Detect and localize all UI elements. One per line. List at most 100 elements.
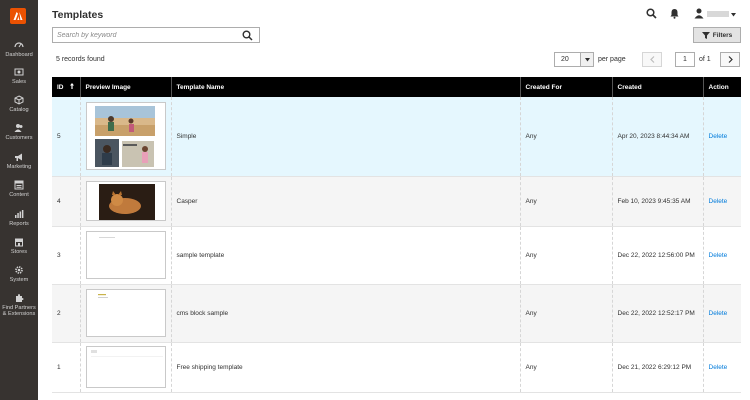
- cell-created-for: Any: [520, 342, 613, 393]
- cell-created-for: Any: [520, 226, 613, 285]
- table-row[interactable]: 5 Simple Any Apr 20, 2023 8:44:34 AM Del…: [52, 97, 741, 177]
- cell-created-for: Any: [520, 284, 613, 343]
- sidebar-item-label: Dashboard: [5, 52, 33, 58]
- cell-template-name: Free shipping template: [171, 342, 521, 393]
- puzzle-icon: [16, 294, 24, 302]
- per-page-label: per page: [598, 56, 626, 63]
- cell-preview: [80, 342, 172, 393]
- cell-id: 4: [52, 176, 81, 227]
- cell-created: Dec 22, 2022 12:56:00 PM: [612, 226, 704, 285]
- template-preview-image[interactable]: [85, 289, 166, 337]
- sidebar-item-label: System: [9, 277, 29, 283]
- filters-label: Filters: [712, 31, 733, 39]
- next-page-button[interactable]: [720, 52, 740, 67]
- sidebar-item-label: Sales: [12, 79, 26, 85]
- column-header-preview: Preview Image: [80, 77, 172, 97]
- sidebar-item-marketing[interactable]: Marketing: [0, 152, 38, 170]
- cell-preview: [80, 284, 172, 343]
- cell-created-for: Any: [520, 97, 613, 177]
- templates-grid: ID Preview Image Template Name Created F…: [52, 77, 741, 393]
- cell-action: Delete: [703, 97, 741, 177]
- page-title: Templates: [52, 9, 104, 21]
- sidebar-item-dashboard[interactable]: Dashboard: [0, 40, 38, 58]
- gear-icon: [15, 266, 23, 274]
- cell-id: 2: [52, 284, 81, 343]
- megaphone-icon: [15, 153, 22, 161]
- dashboard-icon: [14, 42, 24, 48]
- delete-link[interactable]: Delete: [709, 310, 728, 317]
- sidebar-item-system[interactable]: System: [0, 265, 38, 283]
- store-icon: [15, 238, 23, 247]
- sidebar-item-label: Marketing: [6, 164, 32, 170]
- user-name[interactable]: [707, 11, 729, 17]
- cell-action: Delete: [703, 284, 741, 343]
- cell-created-for: Any: [520, 176, 613, 227]
- template-preview-image[interactable]: [85, 102, 166, 171]
- search-input[interactable]: [53, 28, 233, 42]
- column-header-id[interactable]: ID: [52, 77, 81, 97]
- previous-page-button[interactable]: [642, 52, 662, 67]
- template-preview-image[interactable]: [85, 231, 166, 279]
- global-search-icon[interactable]: [646, 8, 657, 21]
- sidebar-item-label: Stores: [10, 249, 28, 255]
- delete-link[interactable]: Delete: [709, 198, 728, 205]
- sidebar-item-label: Find Partners & Extensions: [2, 305, 36, 317]
- records-found: 5 records found: [56, 56, 105, 63]
- cell-created: Apr 20, 2023 8:44:34 AM: [612, 97, 704, 177]
- search-icon[interactable]: [242, 30, 253, 41]
- user-menu-chevron-down-icon[interactable]: [731, 12, 736, 19]
- table-row[interactable]: 4 Casper Any Feb 10, 2023 9:45:35 AM Del…: [52, 176, 741, 227]
- sidebar-item-content[interactable]: Content: [0, 180, 38, 198]
- keyword-search: [52, 27, 260, 43]
- delete-link[interactable]: Delete: [709, 252, 728, 259]
- notifications-bell-icon[interactable]: [670, 8, 679, 21]
- sidebar-item-customers[interactable]: Customers: [0, 123, 38, 141]
- column-header-created[interactable]: Created: [612, 77, 704, 97]
- cell-id: 1: [52, 342, 81, 393]
- delete-link[interactable]: Delete: [709, 364, 728, 371]
- table-row[interactable]: 1 Free shipping template Any Dec 21, 202…: [52, 342, 741, 393]
- per-page-value: 20: [561, 56, 569, 63]
- cell-preview: [80, 226, 172, 285]
- cell-created: Dec 22, 2022 12:52:17 PM: [612, 284, 704, 343]
- cell-template-name: Simple: [171, 97, 521, 177]
- column-header-action: Action: [703, 77, 741, 97]
- sort-ascending-icon: [69, 83, 74, 91]
- adobe-commerce-logo[interactable]: [10, 8, 26, 24]
- dollar-icon: [14, 68, 24, 76]
- sidebar-item-catalog[interactable]: Catalog: [0, 95, 38, 113]
- delete-link[interactable]: Delete: [709, 133, 728, 140]
- table-row[interactable]: 3 sample template Any Dec 22, 2022 12:56…: [52, 226, 741, 285]
- column-header-created-for[interactable]: Created For: [520, 77, 613, 97]
- table-header-row: ID Preview Image Template Name Created F…: [52, 77, 741, 97]
- cell-preview: [80, 97, 172, 177]
- sidebar-item-sales[interactable]: Sales: [0, 67, 38, 85]
- sidebar-item-stores[interactable]: Stores: [0, 237, 38, 255]
- column-header-name[interactable]: Template Name: [171, 77, 521, 97]
- cell-template-name: sample template: [171, 226, 521, 285]
- sidebar-item-label: Catalog: [9, 107, 29, 113]
- sidebar-item-label: Customers: [5, 135, 33, 141]
- template-preview-image[interactable]: [85, 346, 166, 388]
- cell-template-name: Casper: [171, 176, 521, 227]
- admin-sidebar: Dashboard Sales Catalog Customers Market…: [0, 0, 38, 400]
- user-avatar-icon[interactable]: [694, 8, 704, 21]
- page-number-input[interactable]: 1: [675, 52, 695, 67]
- filter-funnel-icon: [701, 31, 710, 39]
- sidebar-item-label: Reports: [9, 221, 29, 227]
- sidebar-item-reports[interactable]: Reports: [0, 209, 38, 227]
- sidebar-item-find-partners[interactable]: Find Partners & Extensions: [0, 293, 38, 317]
- bar-chart-icon: [15, 210, 24, 218]
- table-row[interactable]: 2 cms block sample Any Dec 22, 2022 12:5…: [52, 284, 741, 343]
- layout-icon: [14, 180, 24, 190]
- chevron-down-icon[interactable]: [580, 53, 593, 66]
- cell-action: Delete: [703, 176, 741, 227]
- users-icon: [14, 124, 23, 132]
- template-preview-image[interactable]: [85, 181, 166, 221]
- filters-button[interactable]: Filters: [693, 27, 741, 43]
- cell-action: Delete: [703, 226, 741, 285]
- per-page-select[interactable]: 20: [554, 52, 594, 67]
- cell-template-name: cms block sample: [171, 284, 521, 343]
- cell-id: 5: [52, 97, 81, 177]
- cell-action: Delete: [703, 342, 741, 393]
